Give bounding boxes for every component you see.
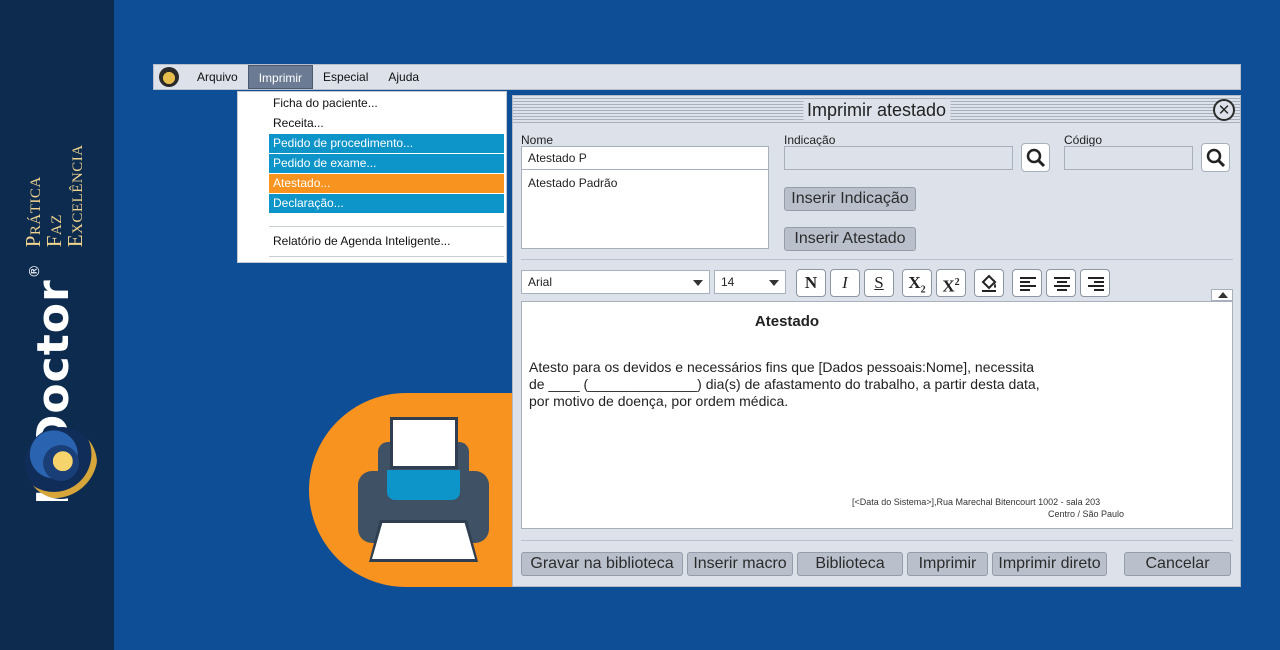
editor-heading: Atestado [754,313,820,330]
search-indicacao-button[interactable] [1021,143,1050,172]
menu-item-atestado[interactable]: Atestado... [269,174,504,193]
editor-footer-city: Centro / São Paulo [1048,509,1125,519]
biblioteca-button[interactable]: Biblioteca [797,552,903,576]
imprimir-button[interactable]: Imprimir [907,552,988,576]
font-size-value: 14 [721,275,735,289]
superscript-button[interactable]: X2 [936,269,966,297]
indicacao-input[interactable] [784,146,1013,170]
editor-line: de ____ (______________) dia(s) de afast… [529,376,1040,392]
imprimir-dropdown: Ficha do paciente... Receita... Pedido d… [237,91,507,263]
nome-input[interactable]: Atestado P [521,146,769,170]
menu-separator [269,256,504,257]
align-right-icon [1088,277,1104,291]
align-center-button[interactable] [1046,269,1076,297]
inserir-atestado-button[interactable]: Inserir Atestado [784,227,916,251]
align-right-button[interactable] [1080,269,1110,297]
brand-tagline: Prática Faz Excelência [20,144,87,248]
menu-item-declaracao[interactable]: Declaração... [269,194,504,213]
font-size-select[interactable]: 14 [714,270,786,294]
subscript-button[interactable]: X2 [902,269,932,297]
nome-list[interactable]: Atestado Padrão [521,169,769,249]
menu-ajuda[interactable]: Ajuda [378,65,429,89]
printer-tray [387,470,460,500]
editor-line: Atesto para os devidos e necessários fin… [529,359,1035,375]
editor-footer-address: [<Data do Sistema>],Rua Marechal Bitenco… [852,497,1101,507]
search-icon [1206,148,1226,168]
printer-output-paper [372,523,475,559]
font-family-value: Arial [528,275,553,289]
menu-arquivo[interactable]: Arquivo [187,65,248,89]
editor-line: por motivo de doença, por ordem médica. [529,393,789,409]
collapse-toolbar-button[interactable] [1211,289,1233,301]
align-left-icon [1020,277,1036,291]
divider [521,540,1233,541]
brand-emblem-icon [25,427,97,499]
paint-bucket-icon [981,274,997,292]
divider [521,259,1233,260]
imprimir-atestado-dialog: Imprimir atestado ✕ Nome Atestado P Ates… [512,95,1241,587]
menu-item-pedido-exame[interactable]: Pedido de exame... [269,154,504,173]
close-icon[interactable]: ✕ [1213,99,1235,121]
search-codigo-button[interactable] [1201,143,1230,172]
superscript-label: X [942,276,955,296]
bold-button[interactable]: N [796,269,826,297]
align-center-icon [1054,277,1070,291]
strikethrough-button[interactable]: S [864,269,894,297]
imprimir-direto-button[interactable]: Imprimir direto [992,552,1107,576]
menu-especial[interactable]: Especial [313,65,378,89]
codigo-input[interactable] [1064,146,1193,170]
app-logo-icon[interactable] [159,67,179,87]
brand-sidebar: HiDoctor ® Prática Faz Excelência [0,0,114,650]
gravar-biblioteca-button[interactable]: Gravar na biblioteca [521,552,683,576]
menu-separator [269,226,504,227]
printer-paper-icon [390,417,458,469]
inserir-macro-button[interactable]: Inserir macro [687,552,793,576]
search-icon [1026,148,1046,168]
font-family-select[interactable]: Arial [521,270,710,294]
italic-button[interactable]: I [830,269,860,297]
menu-item-ficha[interactable]: Ficha do paciente... [269,94,504,113]
menu-item-relatorio-agenda[interactable]: Relatório de Agenda Inteligente... [269,232,504,251]
atestado-editor[interactable]: Atestado Atesto para os devidos e necess… [521,301,1233,529]
menu-item-pedido-procedimento[interactable]: Pedido de procedimento... [269,134,504,153]
dialog-title: Imprimir atestado [802,99,951,121]
list-item[interactable]: Atestado Padrão [522,170,768,190]
codigo-label: Código [1064,133,1103,147]
indicacao-label: Indicação [784,133,836,147]
chevron-down-icon [693,280,703,286]
chevron-down-icon [769,280,779,286]
dialog-titlebar[interactable]: Imprimir atestado ✕ [513,96,1240,124]
menubar: Arquivo Imprimir Especial Ajuda [153,64,1241,90]
cancelar-button[interactable]: Cancelar [1124,552,1231,576]
menu-imprimir[interactable]: Imprimir [247,65,314,89]
inserir-indicacao-button[interactable]: Inserir Indicação [784,187,916,211]
menu-item-receita[interactable]: Receita... [269,114,504,133]
align-left-button[interactable] [1012,269,1042,297]
subscript-label: X [908,273,921,292]
subscript-mark: 2 [920,284,926,296]
nome-label: Nome [521,133,554,147]
fill-color-button[interactable] [974,269,1004,297]
superscript-mark: 2 [954,277,960,288]
